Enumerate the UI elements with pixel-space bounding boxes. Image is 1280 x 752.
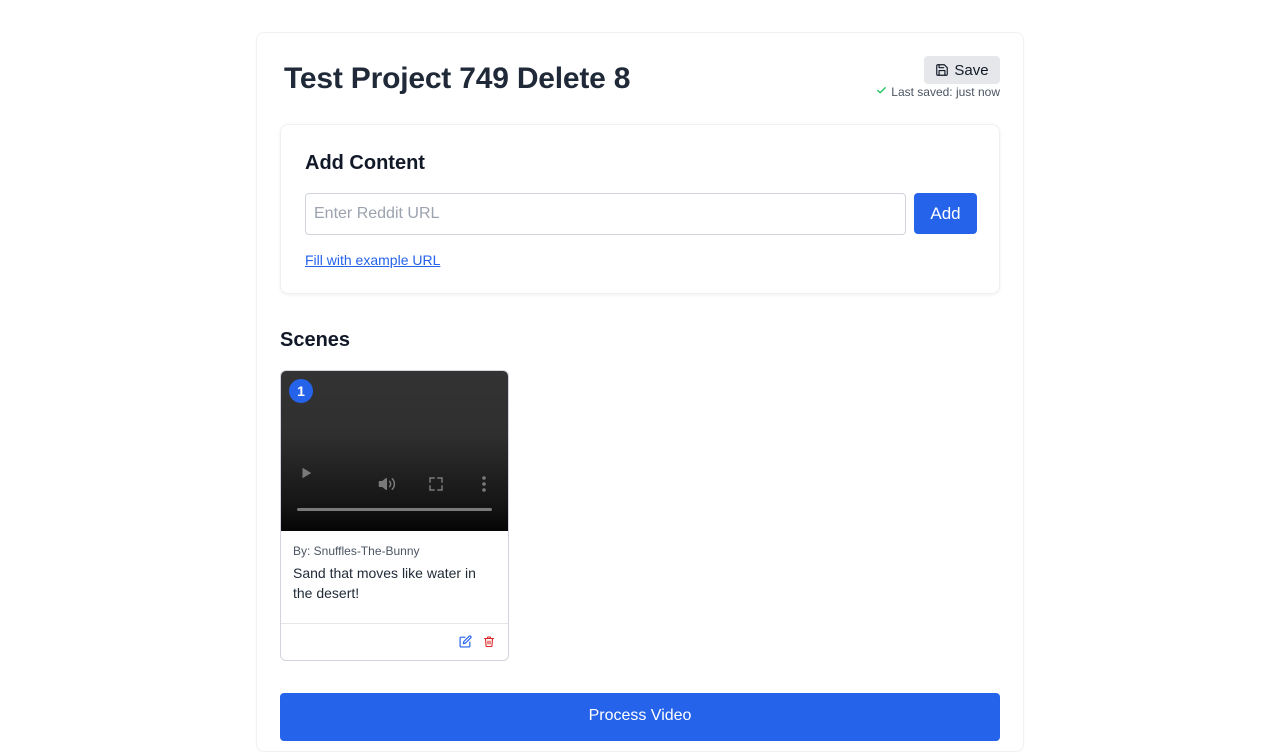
save-button-label: Save (954, 61, 989, 79)
scene-video-player[interactable]: 1 (281, 371, 508, 531)
trash-icon[interactable] (483, 635, 497, 649)
fill-example-url-link[interactable]: Fill with example URL (305, 251, 440, 269)
process-video-button[interactable]: Process Video (280, 693, 1000, 741)
scene-card: 1 By: Snuffles-The-Bunny Sand that moves… (280, 370, 509, 661)
scene-caption: Sand that moves like water in the desert… (293, 565, 476, 601)
scene-author: By: Snuffles-The-Bunny (293, 544, 420, 558)
more-options-icon[interactable] (477, 475, 491, 493)
floppy-disk-icon (935, 63, 949, 77)
scene-number-badge: 1 (289, 379, 313, 403)
scenes-title: Scenes (280, 329, 351, 351)
scene-card-divider (281, 623, 508, 624)
add-content-card: Add Content Add Fill with example URL (280, 124, 1000, 294)
last-saved-status: Last saved: just now (876, 84, 1000, 100)
play-icon[interactable] (299, 466, 313, 480)
add-content-title: Add Content (305, 152, 425, 174)
save-button[interactable]: Save (924, 56, 1000, 84)
volume-icon[interactable] (378, 475, 396, 493)
reddit-url-input[interactable] (305, 193, 906, 235)
check-icon (876, 85, 887, 99)
add-button[interactable]: Add (914, 193, 977, 234)
video-progress-bar[interactable] (297, 508, 492, 511)
project-title[interactable]: Test Project 749 Delete 8 (284, 56, 644, 102)
last-saved-text: Last saved: just now (891, 85, 1000, 99)
edit-icon[interactable] (459, 635, 473, 649)
fullscreen-icon[interactable] (428, 476, 444, 492)
